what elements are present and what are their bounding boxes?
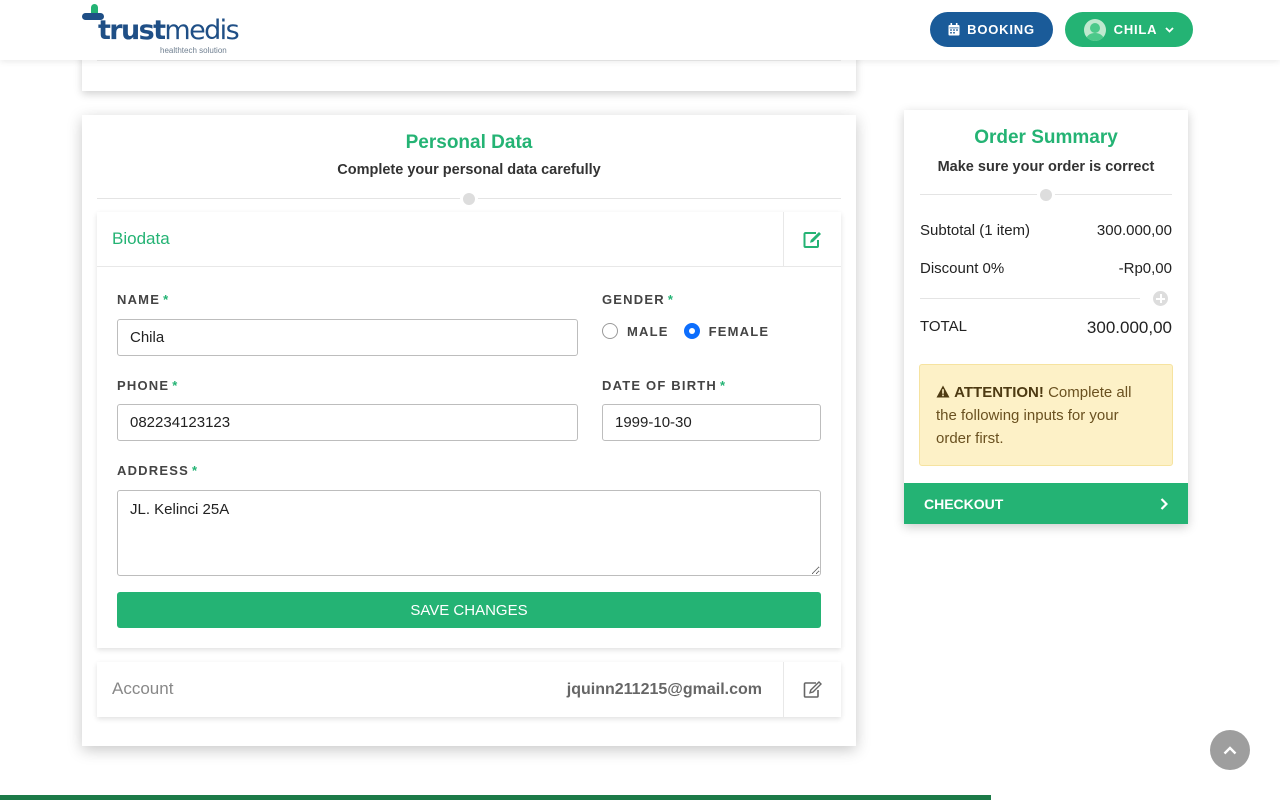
order-summary-card: Order Summary Make sure your order is co… <box>904 110 1188 524</box>
order-summary-title: Order Summary <box>974 127 1118 148</box>
account-section: Account jquinn211215@gmail.com <box>97 662 841 717</box>
gender-female-label: FEMALE <box>708 323 770 339</box>
chevron-down-icon <box>1165 26 1174 33</box>
add-discount-plus-icon[interactable] <box>1153 291 1168 306</box>
warning-icon <box>936 385 950 398</box>
total-row: TOTAL 300.000,00 <box>920 318 1172 338</box>
address-textarea[interactable]: JL. Kelinci 25A <box>117 490 821 576</box>
booking-button[interactable]: BOOKING <box>930 12 1053 47</box>
scroll-to-top-button[interactable] <box>1210 730 1250 770</box>
checkout-label: CHECKOUT <box>924 495 1004 512</box>
personal-data-card: Personal Data Complete your personal dat… <box>82 115 856 746</box>
biodata-edit-button[interactable] <box>783 212 841 267</box>
checkout-button[interactable]: CHECKOUT <box>904 483 1188 524</box>
dob-input[interactable] <box>602 404 821 441</box>
gender-female-radio[interactable]: FEMALE <box>683 323 770 339</box>
personal-data-title: Personal Data <box>405 132 533 153</box>
name-input[interactable] <box>117 319 578 356</box>
biodata-header: Biodata <box>97 212 841 267</box>
edit-icon <box>803 232 821 248</box>
divider-dot <box>1037 186 1055 204</box>
discount-divider <box>920 298 1140 299</box>
calendar-icon <box>948 23 960 36</box>
phone-label: PHONE * <box>117 378 179 393</box>
attention-alert: ATTENTION! Complete all the following in… <box>919 364 1173 466</box>
discount-label: Discount 0% <box>920 260 1005 277</box>
gender-label: GENDER * <box>602 292 675 307</box>
radio-circle-checked <box>683 323 700 339</box>
gender-male-radio[interactable]: MALE <box>602 323 669 339</box>
biodata-title: Biodata <box>112 229 170 248</box>
total-value: 300.000,00 <box>1086 318 1172 337</box>
attention-title: ATTENTION! <box>954 384 1044 401</box>
radio-circle <box>602 323 618 339</box>
gender-radio-group: MALE FEMALE <box>602 323 784 339</box>
logo-wordmark: trustmedis <box>98 15 240 46</box>
logo-tagline: healthtech solution <box>160 46 227 55</box>
edit-icon <box>803 681 822 698</box>
dob-label: DATE OF BIRTH * <box>602 378 727 393</box>
gender-male-label: MALE <box>627 323 669 339</box>
user-menu-button[interactable]: CHILA <box>1065 12 1193 47</box>
booking-label: BOOKING <box>967 22 1035 37</box>
name-label: NAME * <box>117 292 170 307</box>
subtotal-row: Subtotal (1 item) 300.000,00 <box>920 222 1172 239</box>
discount-value: -Rp0,00 <box>1118 260 1172 277</box>
divider <box>97 60 841 61</box>
avatar <box>1083 18 1106 41</box>
user-name: CHILA <box>1113 22 1158 37</box>
save-changes-button[interactable]: SAVE CHANGES <box>117 592 821 628</box>
address-label: ADDRESS * <box>117 463 199 478</box>
account-edit-button[interactable] <box>783 662 841 717</box>
divider-dot <box>460 190 478 208</box>
order-summary-subtitle: Make sure your order is correct <box>937 159 1155 175</box>
top-navbar: trustmedis healthtech solution BOOKING C… <box>0 0 1280 60</box>
phone-input[interactable] <box>117 404 578 441</box>
chevron-right-icon <box>1160 497 1168 510</box>
chevron-up-icon <box>1223 745 1237 754</box>
footer-bar <box>0 795 991 800</box>
discount-row: Discount 0% -Rp0,00 <box>920 260 1172 277</box>
personal-data-subtitle: Complete your personal data carefully <box>337 162 601 178</box>
subtotal-value: 300.000,00 <box>1096 222 1172 239</box>
biodata-section: Biodata NAME* GENDER* MALE FEMALE PHONE* <box>97 212 841 648</box>
subtotal-label: Subtotal (1 item) <box>920 222 1031 239</box>
account-email: jquinn211215@gmail.com <box>566 681 762 698</box>
total-label: TOTAL <box>920 318 967 335</box>
account-title: Account <box>112 679 174 698</box>
trustmedis-logo[interactable]: trustmedis healthtech solution <box>82 4 242 58</box>
